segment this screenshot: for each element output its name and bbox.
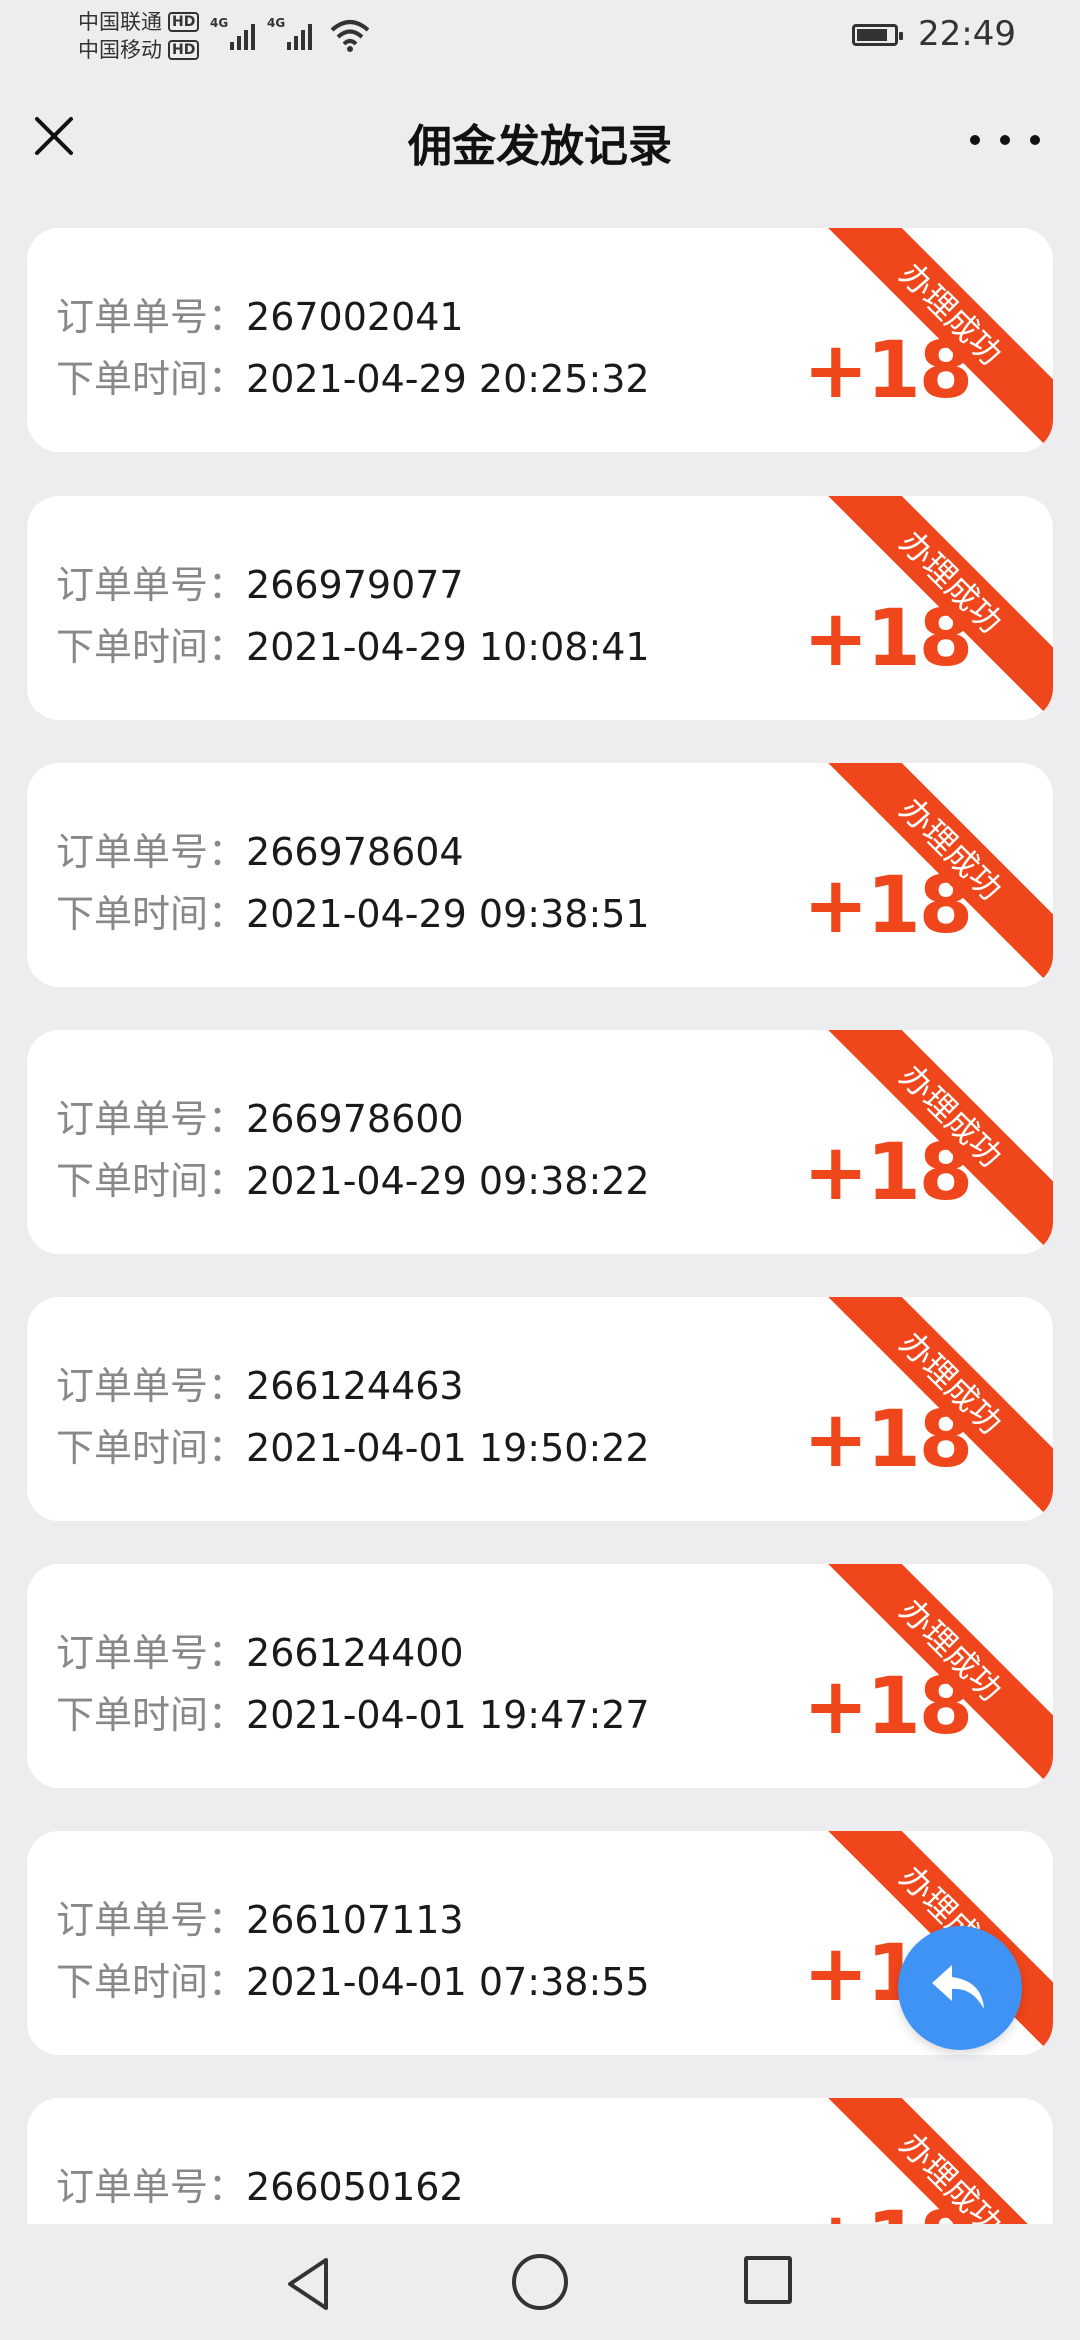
order-time-value: 2021-04-01 19:50:22 xyxy=(246,1426,650,1470)
order-time-value: 2021-04-01 19:47:27 xyxy=(246,1693,650,1737)
order-number-row: 订单单号：266978604 xyxy=(56,821,464,876)
order-time-value: 2021-04-29 09:38:51 xyxy=(246,892,650,936)
order-number-label: 订单单号： xyxy=(56,563,247,607)
network-type-1: 4G xyxy=(210,16,229,30)
record-card[interactable]: 订单单号：266979077 下单时间：2021-04-29 10:08:41 … xyxy=(27,496,1053,720)
record-card[interactable]: 订单单号：267002041 下单时间：2021-04-29 20:25:32 … xyxy=(27,228,1053,452)
order-time-value: 2021-04-01 07:38:55 xyxy=(246,1960,650,2004)
battery-icon xyxy=(852,24,903,46)
carrier-1: 中国联通 xyxy=(78,10,162,34)
order-number-value: 266124400 xyxy=(246,1631,464,1675)
order-number-label: 订单单号： xyxy=(56,1631,247,1675)
screen: 中国联通 HD 中国移动 HD 4G 4G 22:49 佣金发放记录 订单单号：… xyxy=(0,0,1080,2340)
record-card[interactable]: 订单单号：266107113 下单时间：2021-04-01 07:38:55 … xyxy=(27,1831,1053,2055)
commission-amount: +18 xyxy=(803,1662,973,1752)
order-number-row: 订单单号：266979077 xyxy=(56,554,464,609)
carrier-row-1: 中国联通 HD xyxy=(78,8,200,36)
order-number-row: 订单单号：266978600 xyxy=(56,1088,464,1143)
order-time-label: 下单时间： xyxy=(56,1426,247,1470)
order-time-row: 下单时间：2021-04-29 20:25:32 xyxy=(56,348,650,403)
order-time-label: 下单时间： xyxy=(56,357,247,401)
signal-icon-1: 4G xyxy=(210,16,255,50)
order-number-row: 订单单号：266050162 xyxy=(56,2156,464,2211)
order-number-value: 266979077 xyxy=(246,563,464,607)
commission-amount: +18 xyxy=(803,594,973,684)
square-recents-icon[interactable] xyxy=(744,2256,792,2304)
hd-badge-1: HD xyxy=(168,12,200,32)
commission-amount: +18 xyxy=(803,326,973,416)
triangle-back-icon[interactable] xyxy=(280,2254,340,2314)
order-number-label: 订单单号： xyxy=(56,295,247,339)
record-card[interactable]: 订单单号：266978600 下单时间：2021-04-29 09:38:22 … xyxy=(27,1030,1053,1254)
order-time-label: 下单时间： xyxy=(56,892,247,936)
order-number-value: 266124463 xyxy=(246,1364,464,1408)
order-number-value: 266978604 xyxy=(246,830,464,874)
back-float-button[interactable] xyxy=(898,1926,1022,2050)
order-time-row: 下单时间：2021-04-29 09:38:51 xyxy=(56,883,650,938)
order-time-value: 2021-04-29 10:08:41 xyxy=(246,625,650,669)
status-bar: 中国联通 HD 中国移动 HD 4G 4G 22:49 xyxy=(0,0,1080,72)
commission-amount: +18 xyxy=(803,1395,973,1485)
record-card[interactable]: 订单单号：266124400 下单时间：2021-04-01 19:47:27 … xyxy=(27,1564,1053,1788)
top-header: 佣金发放记录 xyxy=(0,72,1080,202)
order-time-row: 下单时间：2021-04-01 07:38:55 xyxy=(56,1951,650,2006)
carrier-2: 中国移动 xyxy=(78,38,162,62)
order-number-label: 订单单号： xyxy=(56,2165,247,2209)
wifi-icon xyxy=(330,20,370,52)
order-number-value: 267002041 xyxy=(246,295,464,339)
order-number-row: 订单单号：266107113 xyxy=(56,1889,464,1944)
order-time-value: 2021-04-29 09:38:22 xyxy=(246,1159,650,1203)
order-number-label: 订单单号： xyxy=(56,830,247,874)
order-number-label: 订单单号： xyxy=(56,1097,247,1141)
system-nav-bar xyxy=(0,2224,1080,2340)
order-number-row: 订单单号：267002041 xyxy=(56,286,464,341)
status-time: 22:49 xyxy=(918,14,1016,54)
order-number-value: 266978600 xyxy=(246,1097,464,1141)
reply-icon xyxy=(932,1965,984,2009)
more-icon-dot xyxy=(1030,135,1040,145)
order-number-row: 订单单号：266124400 xyxy=(56,1622,464,1677)
signal-group: 4G 4G xyxy=(210,16,312,50)
order-time-row: 下单时间：2021-04-01 19:50:22 xyxy=(56,1417,650,1472)
commission-amount: +18 xyxy=(803,1128,973,1218)
order-time-label: 下单时间： xyxy=(56,1693,247,1737)
signal-icon-2: 4G xyxy=(267,16,312,50)
carrier-info: 中国联通 HD 中国移动 HD xyxy=(78,8,200,64)
order-time-row: 下单时间：2021-04-01 19:47:27 xyxy=(56,1684,650,1739)
carrier-row-2: 中国移动 HD xyxy=(78,36,200,64)
record-card[interactable]: 订单单号：266124463 下单时间：2021-04-01 19:50:22 … xyxy=(27,1297,1053,1521)
order-time-label: 下单时间： xyxy=(56,1960,247,2004)
order-number-value: 266107113 xyxy=(246,1898,464,1942)
hd-badge-2: HD xyxy=(168,40,200,60)
commission-amount: +18 xyxy=(803,861,973,951)
more-icon-dot xyxy=(1000,135,1010,145)
order-number-label: 订单单号： xyxy=(56,1898,247,1942)
order-number-value: 266050162 xyxy=(246,2165,464,2209)
more-icon-dot xyxy=(970,135,980,145)
more-button[interactable] xyxy=(970,122,1040,158)
order-time-row: 下单时间：2021-04-29 10:08:41 xyxy=(56,616,650,671)
order-time-label: 下单时间： xyxy=(56,625,247,669)
order-time-row: 下单时间：2021-04-29 09:38:22 xyxy=(56,1150,650,1205)
record-card[interactable]: 订单单号：266978604 下单时间：2021-04-29 09:38:51 … xyxy=(27,763,1053,987)
network-type-2: 4G xyxy=(267,16,286,30)
order-number-row: 订单单号：266124463 xyxy=(56,1355,464,1410)
order-time-label: 下单时间： xyxy=(56,1159,247,1203)
order-time-value: 2021-04-29 20:25:32 xyxy=(246,357,650,401)
order-number-label: 订单单号： xyxy=(56,1364,247,1408)
circle-home-icon[interactable] xyxy=(512,2254,568,2310)
page-title: 佣金发放记录 xyxy=(408,121,672,172)
